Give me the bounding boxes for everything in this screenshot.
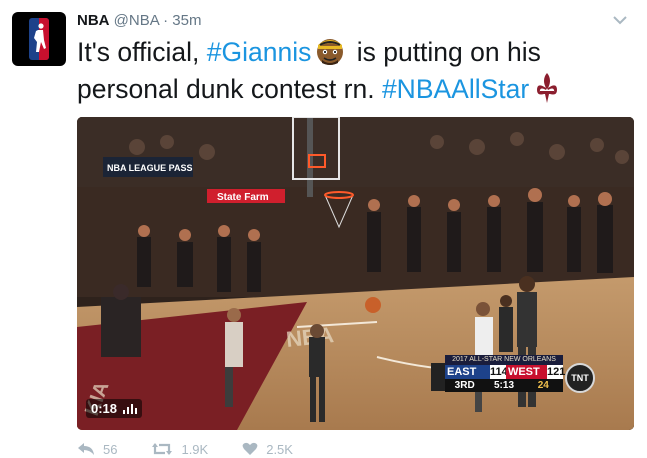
nba-logo-icon: [29, 18, 49, 60]
quarter: 3RD: [454, 380, 475, 391]
fleur-de-lis-emoji-icon: [537, 73, 558, 103]
league-pass-sign: NBA LEAGUE PASS: [107, 163, 193, 173]
retweet-count: 1.9K: [181, 441, 209, 457]
score-west: 121: [547, 365, 566, 379]
basketball: [365, 297, 381, 313]
state-farm-sign: State Farm: [217, 192, 269, 203]
volume-bars-icon: [122, 404, 137, 414]
basketball-player-emoji-icon: [317, 39, 344, 65]
tweet-timestamp[interactable]: 35m: [172, 12, 201, 29]
tnt-logo: TNT: [565, 363, 595, 393]
nba-avatar[interactable]: [12, 12, 66, 66]
scorebug-teams: EAST 114 WEST 121: [445, 365, 566, 379]
retweet-icon: [152, 443, 173, 455]
author-name[interactable]: NBA: [77, 12, 110, 29]
reply-button[interactable]: 56: [77, 442, 117, 457]
scorebug-clock-row: 3RD 5:13 24: [445, 379, 563, 392]
author-handle[interactable]: @NBA: [114, 12, 159, 29]
tweet-actions: 56 1.9K 2.5K: [77, 440, 327, 458]
hashtag-giannis[interactable]: #Giannis: [207, 37, 312, 67]
scorebug-trophy-icon: [431, 363, 445, 391]
heart-icon: [242, 442, 258, 455]
scorebug: 2017 ALL-STAR NEW ORLEANS EAST 114 WEST …: [431, 355, 597, 395]
like-count: 2.5K: [266, 441, 293, 457]
team-east: EAST: [445, 365, 490, 379]
tweet-header: NBA @NBA · 35m: [77, 12, 627, 32]
like-button[interactable]: 2.5K: [242, 442, 293, 457]
game-clock: 5:13: [493, 380, 514, 391]
video-duration-badge: 0:18: [86, 399, 142, 418]
reply-icon: [78, 443, 94, 455]
video-duration: 0:18: [91, 401, 118, 416]
retweet-button[interactable]: 1.9K: [151, 442, 208, 457]
separator: ·: [163, 12, 169, 29]
team-west: WEST: [505, 365, 547, 379]
hashtag-nbaallstar[interactable]: #NBAAllStar: [382, 74, 529, 104]
scorebug-header: 2017 ALL-STAR NEW ORLEANS: [445, 355, 563, 365]
tweet-text: It's official, #Giannis is putting on hi…: [77, 34, 637, 108]
reply-count: 56: [103, 441, 118, 457]
chevron-down-icon[interactable]: [613, 14, 627, 28]
score-east: 114: [489, 365, 508, 379]
shot-clock: 24: [537, 380, 549, 391]
video-player[interactable]: NBA LEAGUE PASS State Farm NBA KIA: [77, 117, 634, 430]
tweet-text-start: It's official,: [77, 37, 207, 67]
